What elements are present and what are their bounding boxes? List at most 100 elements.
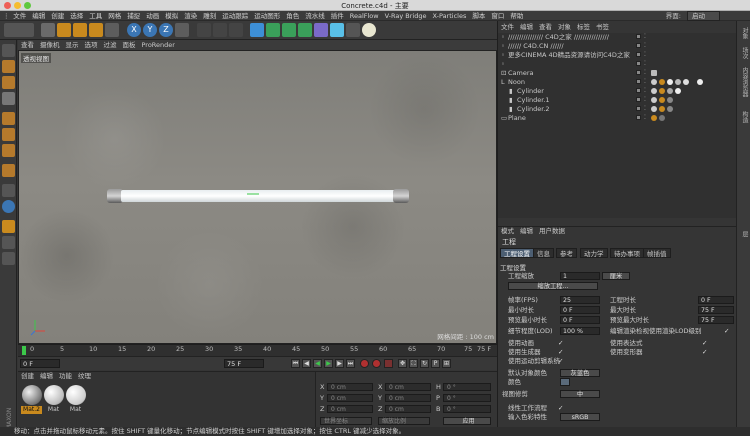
material-menu-edit[interactable]: 编辑 — [37, 372, 56, 381]
tab-dynamics[interactable]: 动力学 — [580, 248, 608, 258]
material-tag-icon[interactable] — [667, 88, 673, 94]
render-lod-checkbox[interactable]: ✓ — [724, 327, 729, 335]
y-axis-icon[interactable]: Y — [143, 23, 157, 37]
visibility-dots[interactable]: ⁚ — [644, 78, 646, 86]
z-axis-icon[interactable]: Z — [159, 23, 173, 37]
visibility-dots[interactable]: ⁚ — [644, 96, 646, 104]
material-tag-icon[interactable] — [675, 79, 681, 85]
objects-menu-bookmarks[interactable]: 书签 — [593, 23, 612, 32]
tag-icon[interactable] — [659, 88, 665, 94]
next-key-button[interactable]: ▶ — [335, 359, 344, 368]
scale-tool-icon[interactable] — [73, 23, 87, 37]
menu-create[interactable]: 创建 — [48, 11, 67, 21]
visibility-dots[interactable]: ⁚ — [644, 69, 646, 77]
end-frame-field[interactable]: 75 F — [224, 359, 264, 368]
timeline-ruler[interactable]: 0 5 10 15 20 25 30 35 40 45 50 55 60 65 … — [18, 344, 497, 356]
array-icon[interactable] — [298, 23, 312, 37]
workplane-lock-icon[interactable] — [2, 220, 15, 233]
camera-tag-icon[interactable] — [651, 70, 657, 76]
menu-simulate[interactable]: 模拟 — [162, 11, 181, 21]
material-tag-icon[interactable] — [667, 106, 673, 112]
layout-dropdown[interactable]: 启动 — [687, 11, 720, 21]
use-generators-checkbox[interactable]: ✓ — [558, 348, 563, 356]
project-duration-field[interactable]: 0 F — [698, 296, 734, 304]
object-row[interactable]: L Noon ⁚ — [498, 78, 736, 86]
use-expressions-checkbox[interactable]: ✓ — [702, 339, 707, 347]
tab-key-interpolation[interactable]: 帧插值 — [643, 248, 671, 258]
pen-spline-icon[interactable] — [266, 23, 280, 37]
project-scale-field[interactable]: 1 — [560, 272, 600, 280]
tab-info[interactable]: 信息 — [533, 248, 554, 258]
scene-icon[interactable] — [330, 23, 344, 37]
play-button[interactable]: ▶ — [324, 359, 333, 368]
object-row[interactable]: ▮ Cylinder.1 ⁚ — [498, 96, 736, 104]
tag-icon[interactable] — [651, 88, 657, 94]
start-frame-field[interactable]: 0 F — [20, 359, 60, 368]
menu-help[interactable]: 帮助 — [507, 11, 526, 21]
viewport-menu-panel[interactable]: 面板 — [120, 40, 139, 50]
viewport-menu-filter[interactable]: 过滤 — [101, 40, 120, 50]
objects-menu-edit[interactable]: 编辑 — [517, 23, 536, 32]
object-row[interactable]: ◦ 更多CINEMA 4D精品资源请访问C4D之家 ⁚ — [498, 51, 736, 59]
object-row[interactable]: ▮ Cylinder.2 ⁚ — [498, 105, 736, 113]
tag-icon[interactable] — [659, 97, 665, 103]
material-tag-icon[interactable] — [683, 79, 689, 85]
undo-redo-icon[interactable] — [4, 23, 34, 37]
menu-mograph[interactable]: 运动图形 — [251, 11, 283, 21]
deformer-icon[interactable] — [314, 23, 328, 37]
polygons-mode-icon[interactable] — [2, 144, 15, 157]
texture-mode-icon[interactable] — [2, 76, 15, 89]
timeline-playhead[interactable] — [22, 346, 26, 355]
snap-icon[interactable] — [2, 200, 15, 213]
edges-mode-icon[interactable] — [2, 128, 15, 141]
menu-tools[interactable]: 工具 — [86, 11, 105, 21]
menu-snap[interactable]: 捕捉 — [124, 11, 143, 21]
size-mode-dropdown[interactable]: 缩放比例 — [378, 417, 430, 425]
default-color-dropdown[interactable]: 灰蓝色 — [560, 369, 600, 377]
rotation-b-field[interactable]: 0 ° — [443, 405, 491, 413]
menu-plugins[interactable]: 插件 — [328, 11, 347, 21]
visibility-dots[interactable]: ⁚ — [644, 60, 646, 68]
color-swatch[interactable] — [560, 378, 570, 386]
material-tag-icon[interactable] — [667, 97, 673, 103]
render-settings-icon[interactable] — [229, 23, 243, 37]
light-icon[interactable] — [362, 23, 376, 37]
fps-field[interactable]: 25 — [560, 296, 600, 304]
point-level-key-icon[interactable]: ⊞ — [442, 359, 451, 368]
use-motion-system-checkbox[interactable]: ✓ — [558, 357, 563, 365]
material-swatch[interactable] — [44, 385, 64, 405]
object-row[interactable]: ◦ ⁚ — [498, 60, 736, 68]
menu-character[interactable]: 角色 — [283, 11, 302, 21]
objects-menu-view[interactable]: 查看 — [536, 23, 555, 32]
size-x-field[interactable]: 0 cm — [385, 383, 431, 391]
menu-edit[interactable]: 编辑 — [29, 11, 48, 21]
tag-icon[interactable] — [651, 97, 657, 103]
play-backwards-button[interactable]: ◀ — [313, 359, 322, 368]
attr-menu-user-data[interactable]: 用户数据 — [536, 227, 568, 236]
menu-animate[interactable]: 动画 — [143, 11, 162, 21]
side-tab-objects[interactable]: 对象 — [740, 27, 749, 39]
autokey-button[interactable] — [372, 359, 381, 368]
object-row[interactable]: ▭ Plane ⁚ — [498, 114, 736, 122]
min-time-field[interactable]: 0 F — [560, 306, 600, 314]
max-time-field[interactable]: 75 F — [698, 306, 734, 314]
visibility-dots[interactable]: ⁚ — [644, 114, 646, 122]
material-menu-create[interactable]: 创建 — [18, 372, 37, 381]
menu-render[interactable]: 渲染 — [181, 11, 200, 21]
object-row[interactable]: ◦ //////////////// C4D之家 ///////////////… — [498, 33, 736, 41]
size-z-field[interactable]: 0 cm — [385, 405, 431, 413]
render-view-icon[interactable] — [197, 23, 211, 37]
rotate-tool-icon[interactable] — [89, 23, 103, 37]
menu-mesh[interactable]: 网格 — [105, 11, 124, 21]
material-swatch[interactable] — [22, 385, 42, 405]
select-tool-icon[interactable] — [41, 23, 55, 37]
preview-max-field[interactable]: 75 F — [698, 316, 734, 324]
material-menu-texture[interactable]: 纹理 — [75, 372, 94, 381]
object-row[interactable]: ◦ ////// C4D.CN ////// ⁚ — [498, 42, 736, 50]
menu-realflow[interactable]: RealFlow — [347, 11, 382, 21]
view-clip-dropdown[interactable]: 中 — [560, 390, 600, 398]
perspective-viewport[interactable]: 透视视图 网格间距 : 100 cm — [18, 50, 497, 344]
menu-select[interactable]: 选择 — [67, 11, 86, 21]
preview-min-field[interactable]: 0 F — [560, 316, 600, 324]
tweak-mode-icon[interactable] — [2, 184, 15, 197]
